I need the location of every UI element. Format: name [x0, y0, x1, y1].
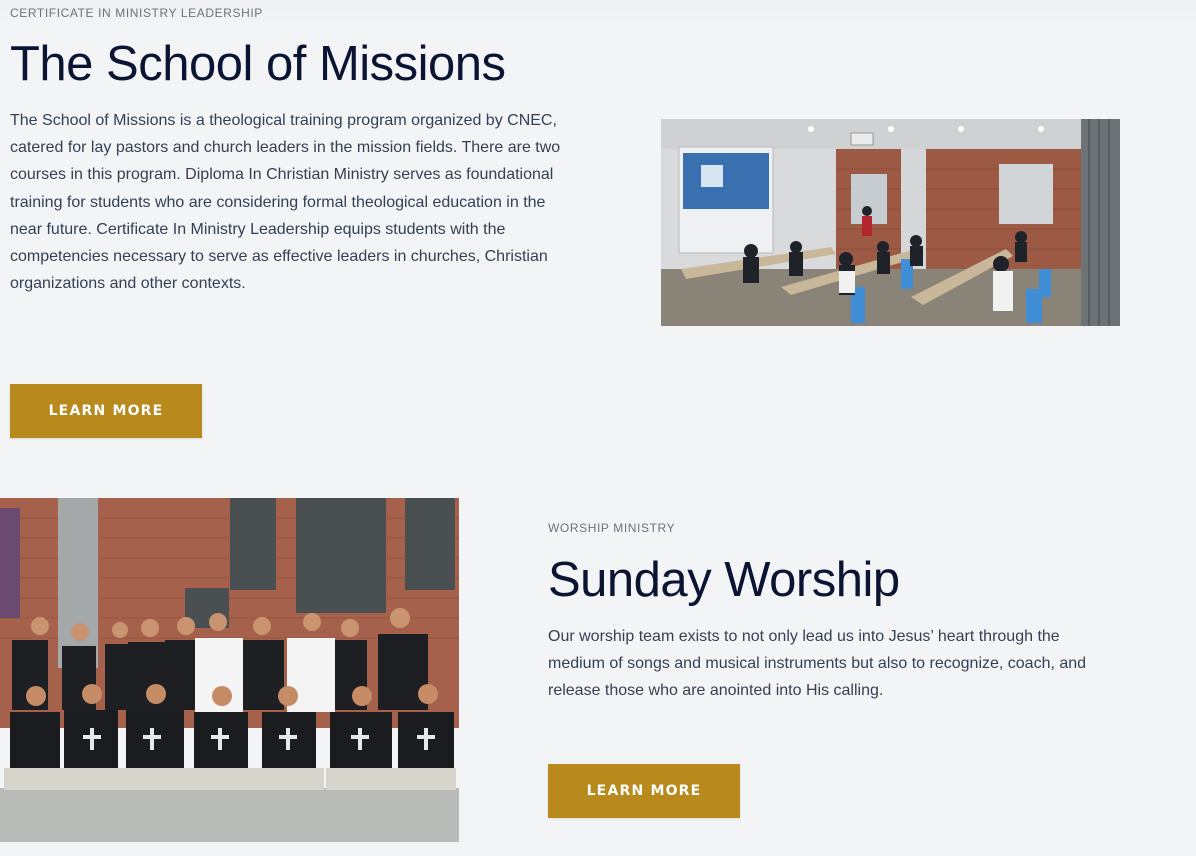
- worship-team-photo: [0, 498, 459, 842]
- worship-team-illustration: [0, 498, 459, 842]
- learn-more-button[interactable]: LEARN MORE: [10, 384, 202, 438]
- learn-more-button[interactable]: LEARN MORE: [548, 764, 740, 818]
- section-title: The School of Missions: [10, 37, 506, 91]
- section-description: The School of Missions is a theological …: [10, 112, 561, 293]
- section-description: Our worship team exists to not only lead…: [548, 628, 1087, 700]
- classroom-photo: [661, 119, 1120, 326]
- section-eyebrow: WORSHIP MINISTRY: [548, 521, 676, 535]
- classroom-illustration: [661, 119, 1120, 326]
- section-title: Sunday Worship: [548, 553, 900, 607]
- section-eyebrow: CERTIFICATE IN MINISTRY LEADERSHIP: [10, 6, 263, 20]
